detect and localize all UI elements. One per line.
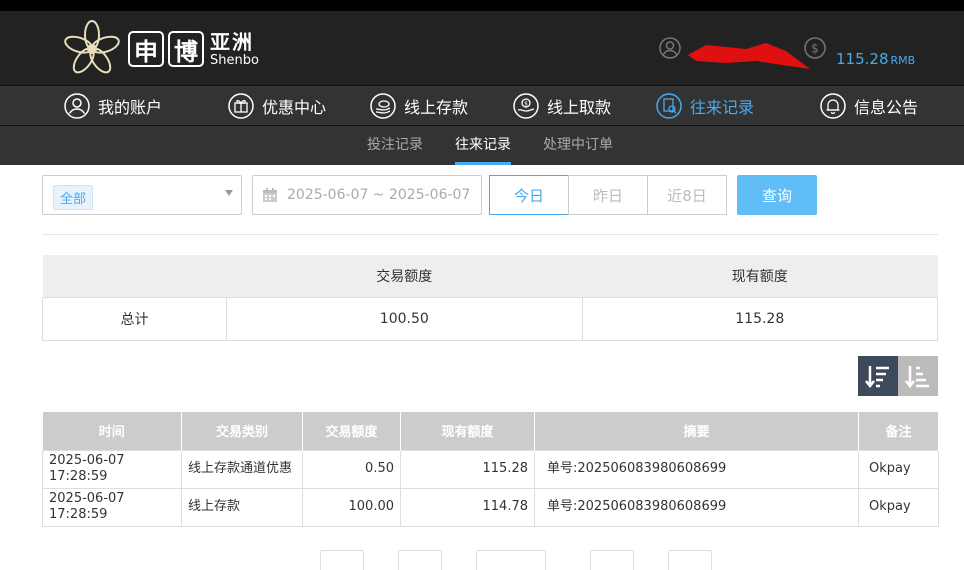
main-nav: 我的账户 优惠中心 线上存款 $ 线上取款 往来记录 信息公告 bbox=[0, 85, 964, 126]
sort-ascending-icon bbox=[905, 366, 929, 389]
nav-label: 信息公告 bbox=[854, 97, 919, 117]
sort-asc-button[interactable] bbox=[898, 356, 938, 396]
nav-online-deposit[interactable]: 线上存款 bbox=[370, 92, 469, 119]
summary-header: 现有额度 bbox=[582, 255, 938, 297]
quick-today-button[interactable]: 今日 bbox=[489, 175, 569, 215]
sort-desc-button[interactable] bbox=[858, 356, 898, 396]
gift-icon bbox=[228, 92, 254, 119]
divider bbox=[42, 234, 938, 235]
summary-total-label: 总计 bbox=[41, 296, 228, 341]
summary-transaction-amount: 100.50 bbox=[226, 296, 583, 341]
site-logo[interactable]: 申 博 亚洲 Shenbo bbox=[62, 19, 259, 79]
nav-label: 我的账户 bbox=[98, 97, 163, 117]
cell-time: 2025-06-07 17:28:59 bbox=[42, 449, 182, 489]
cell-amount: 0.50 bbox=[302, 449, 401, 489]
pager-button[interactable] bbox=[590, 550, 634, 570]
subnav-pending-orders[interactable]: 处理中订单 bbox=[543, 126, 613, 165]
nav-label: 优惠中心 bbox=[262, 97, 327, 117]
query-button[interactable]: 查询 bbox=[737, 175, 817, 215]
col-header-remark: 备注 bbox=[858, 412, 939, 450]
records-table: 时间 交易类别 交易额度 现有额度 摘要 备注 2025-06-07 17:28… bbox=[42, 412, 939, 527]
col-header-time: 时间 bbox=[42, 412, 182, 450]
deposit-coin-icon bbox=[370, 92, 396, 119]
summary-current-balance: 115.28 bbox=[581, 296, 939, 341]
nav-label: 线上取款 bbox=[547, 97, 612, 117]
logo-char-1: 申 bbox=[128, 31, 164, 67]
logo-cn-text: 亚洲 bbox=[210, 29, 254, 54]
user-circle-icon bbox=[64, 92, 90, 119]
pager-button[interactable] bbox=[320, 550, 364, 570]
sort-controls bbox=[858, 356, 938, 396]
col-header-balance: 现有额度 bbox=[400, 412, 535, 450]
transaction-type-select[interactable]: 全部 bbox=[42, 175, 242, 215]
site-header: 申 博 亚洲 Shenbo $ 115.28 RMB bbox=[0, 11, 964, 85]
redaction-mark bbox=[688, 43, 810, 69]
table-row: 2025-06-07 17:28:59 线上存款通道优惠 0.50 115.28… bbox=[42, 449, 939, 489]
nav-promotions[interactable]: 优惠中心 bbox=[228, 92, 327, 119]
cell-time: 2025-06-07 17:28:59 bbox=[42, 487, 182, 527]
bell-icon bbox=[820, 92, 846, 119]
sort-descending-icon bbox=[865, 366, 889, 389]
cell-type: 线上存款 bbox=[181, 487, 303, 527]
col-header-type: 交易类别 bbox=[181, 412, 303, 450]
pager-page-input[interactable] bbox=[476, 550, 546, 570]
user-icon[interactable] bbox=[659, 37, 681, 59]
chevron-down-icon bbox=[225, 190, 233, 196]
logo-en-text: Shenbo bbox=[210, 52, 259, 68]
calendar-icon bbox=[263, 188, 277, 202]
svg-text:$: $ bbox=[524, 100, 528, 107]
cell-balance: 114.78 bbox=[400, 487, 535, 527]
withdraw-hand-icon: $ bbox=[513, 92, 539, 119]
sub-nav: 投注记录 往来记录 处理中订单 bbox=[0, 126, 964, 165]
nav-label: 线上存款 bbox=[404, 97, 469, 117]
svg-text:$: $ bbox=[811, 42, 819, 56]
nav-online-withdraw[interactable]: $ 线上取款 bbox=[513, 92, 612, 119]
date-range-input[interactable] bbox=[287, 187, 477, 203]
cell-amount: 100.00 bbox=[302, 487, 401, 527]
nav-transaction-records[interactable]: 往来记录 bbox=[656, 92, 755, 119]
balance-display: 115.28 RMB bbox=[836, 50, 915, 68]
cell-remark: Okpay bbox=[858, 449, 939, 489]
col-header-summary: 摘要 bbox=[534, 412, 859, 450]
table-row: 2025-06-07 17:28:59 线上存款 100.00 114.78 单… bbox=[42, 487, 939, 527]
subnav-transaction-records[interactable]: 往来记录 bbox=[455, 126, 511, 165]
nav-label: 往来记录 bbox=[690, 97, 755, 117]
top-strip bbox=[0, 0, 964, 11]
coin-icon: $ bbox=[804, 37, 826, 59]
summary-header bbox=[42, 255, 227, 297]
quick-last-8-days-button[interactable]: 近8日 bbox=[647, 175, 727, 215]
cell-summary: 单号:202506083980608699 bbox=[534, 449, 859, 489]
balance-amount: 115.28 bbox=[836, 50, 889, 68]
pager-button[interactable] bbox=[398, 550, 442, 570]
cell-summary: 单号:202506083980608699 bbox=[534, 487, 859, 527]
logo-char-2: 博 bbox=[168, 31, 204, 67]
record-icon bbox=[656, 92, 682, 119]
summary-table: 交易额度 现有额度 总计 100.50 115.28 bbox=[41, 255, 939, 341]
subnav-bet-records[interactable]: 投注记录 bbox=[367, 126, 423, 165]
date-range-picker[interactable] bbox=[252, 175, 482, 215]
nav-announcements[interactable]: 信息公告 bbox=[820, 92, 919, 119]
pagination bbox=[320, 550, 746, 570]
filter-bar: 全部 今日 昨日 近8日 查询 bbox=[42, 175, 938, 215]
cell-type: 线上存款通道优惠 bbox=[181, 449, 303, 489]
quick-yesterday-button[interactable]: 昨日 bbox=[568, 175, 648, 215]
cell-remark: Okpay bbox=[858, 487, 939, 527]
flower-logo-icon bbox=[64, 20, 120, 74]
col-header-amount: 交易额度 bbox=[302, 412, 401, 450]
cell-balance: 115.28 bbox=[400, 449, 535, 489]
nav-my-account[interactable]: 我的账户 bbox=[64, 92, 163, 119]
summary-header: 交易额度 bbox=[226, 255, 583, 297]
balance-unit: RMB bbox=[890, 54, 916, 67]
pager-button[interactable] bbox=[668, 550, 712, 570]
selected-type-tag: 全部 bbox=[53, 185, 94, 210]
